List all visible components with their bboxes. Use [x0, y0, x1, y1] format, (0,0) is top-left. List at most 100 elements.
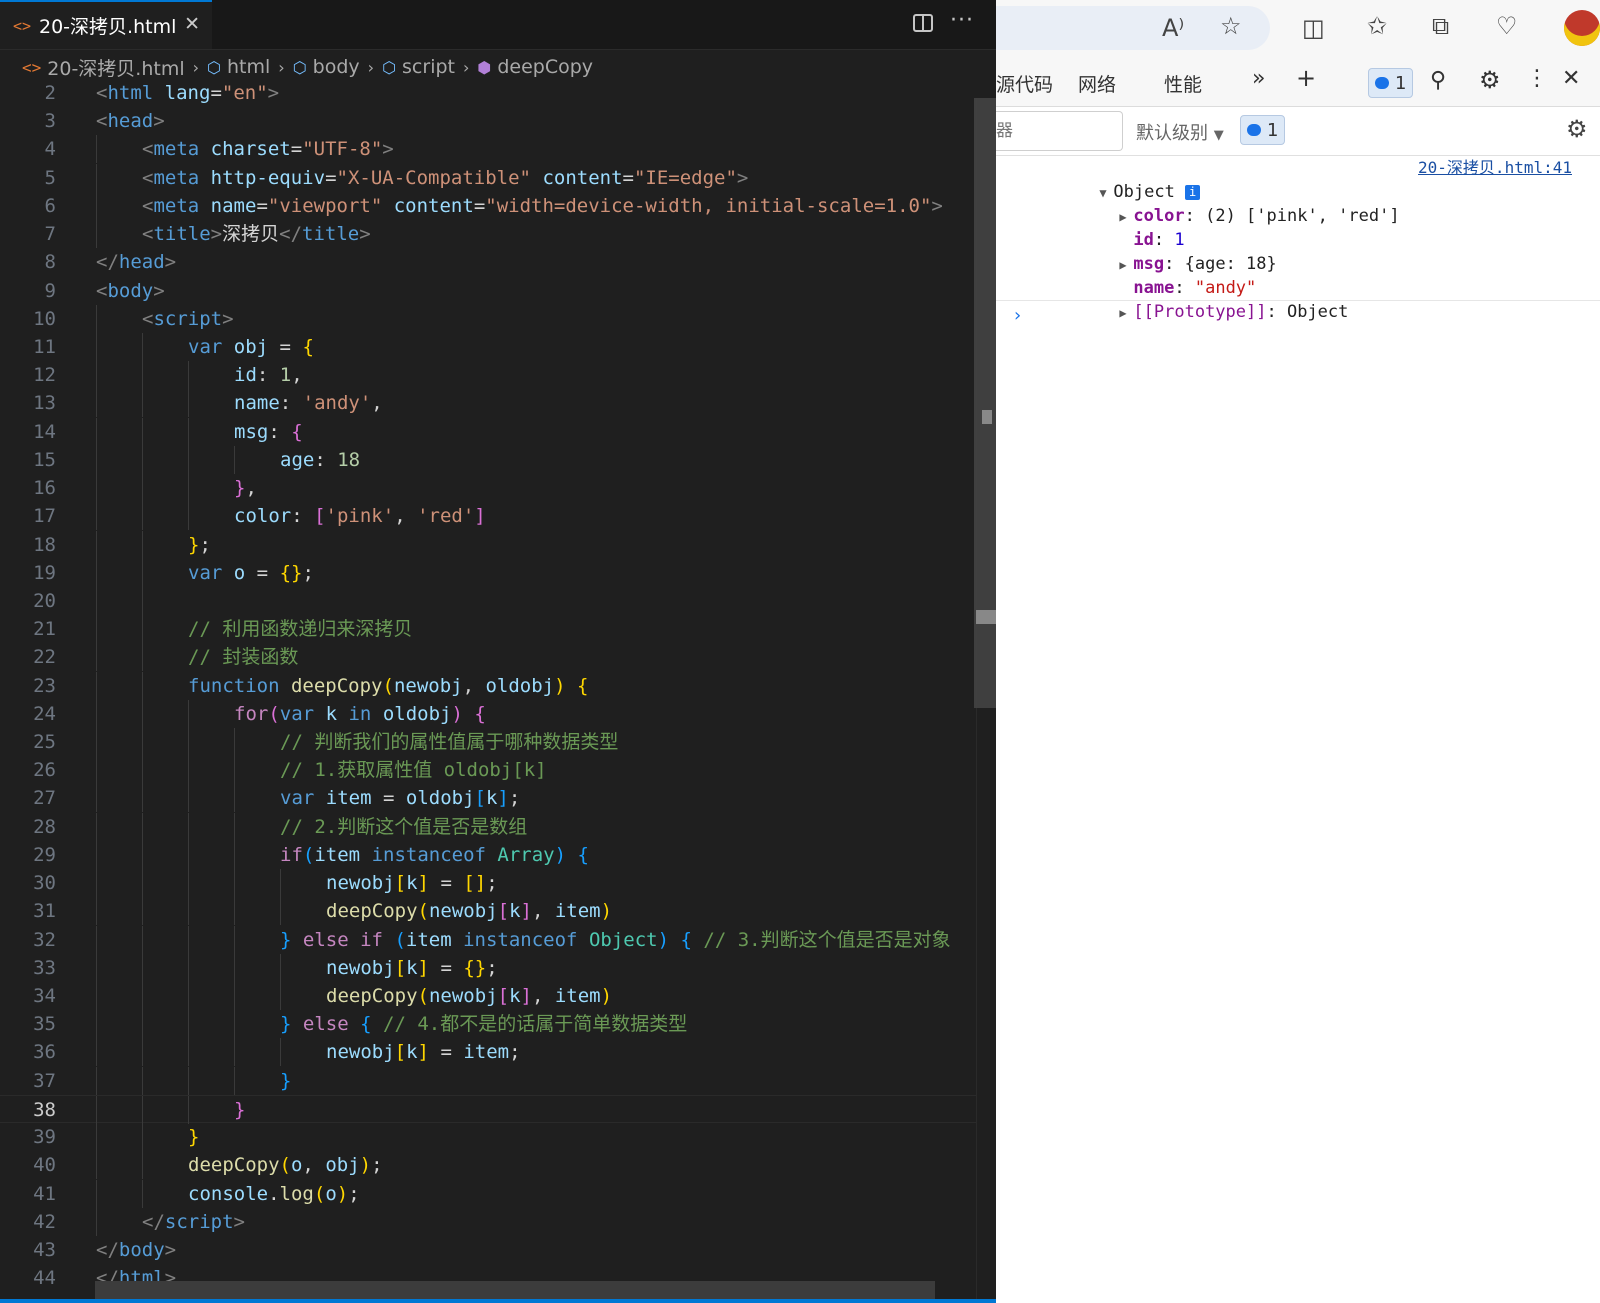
close-icon[interactable]: ✕ — [184, 13, 200, 35]
code-text: // 利用函数递归来深拷贝 — [188, 618, 413, 641]
gear-icon[interactable]: ⚙ — [1479, 66, 1501, 94]
code-line[interactable]: 15 age: 18 — [0, 445, 976, 474]
favorites-icon[interactable]: ✩ — [1367, 12, 1387, 40]
add-tab-icon[interactable]: + — [1296, 64, 1316, 92]
code-line[interactable]: 17 color: ['pink', 'red'] — [0, 502, 976, 531]
console-property-msg[interactable]: ▶ msg: {age: 18} — [996, 228, 1600, 274]
feedback-icon[interactable]: ⚲ — [1430, 68, 1446, 93]
code-text: } — [234, 1098, 246, 1121]
indent-guide — [280, 897, 281, 926]
code-line[interactable]: 38} — [0, 1094, 976, 1124]
code-line[interactable]: 16}, — [0, 474, 976, 503]
close-devtools-icon[interactable]: ✕ — [1562, 66, 1580, 91]
horizontal-scrollbar[interactable] — [95, 1281, 935, 1299]
indent-guide — [142, 389, 143, 418]
indent-guide — [142, 615, 143, 644]
code-line[interactable]: 21 // 利用函数递归来深拷贝 — [0, 615, 976, 644]
code-line[interactable]: 33 newobj[k] = {}; — [0, 953, 976, 982]
more-tabs-icon[interactable]: » — [1252, 66, 1265, 91]
collections-icon[interactable]: ⧉ — [1432, 12, 1449, 40]
console-object-header[interactable]: ▼ Object i 20-深拷贝.html:41 — [996, 156, 1600, 202]
log-levels-dropdown[interactable]: 默认级别 ▼ — [1136, 119, 1224, 145]
code-line[interactable]: 35} else { // 4.都不是的话属于简单数据类型 — [0, 1010, 976, 1039]
console-property-color[interactable]: ▶ color: (2) ['pink', 'red'] — [996, 180, 1600, 226]
console-property-prototype[interactable]: ▶ [[Prototype]]: Object — [996, 276, 1600, 322]
indent-guide — [96, 445, 97, 474]
health-icon[interactable]: ♡ — [1496, 12, 1518, 40]
filter-input[interactable]: 器 — [996, 111, 1123, 151]
code-line[interactable]: 34 deepCopy(newobj[k], item) — [0, 982, 976, 1010]
code-text: // 1.获取属性值 oldobj[k] — [280, 759, 547, 782]
indent-guide — [142, 671, 143, 700]
browser-pane: A⁾ ☆ ◫ ✩ ⧉ ♡ 源代码 网络 性能 » + 1 ⚲ ⚙ ⋮ ✕ 器 默… — [996, 0, 1600, 1303]
tab-network[interactable]: 网络 — [1078, 70, 1116, 97]
code-line[interactable]: 14 msg: { — [0, 417, 976, 446]
breadcrumb-deepcopy[interactable]: ⬢ deepCopy — [469, 56, 593, 78]
code-line[interactable]: 23 function deepCopy(newobj, oldobj) { — [0, 671, 976, 700]
code-line[interactable]: 40 deepCopy(o, obj); — [0, 1151, 976, 1180]
code-line[interactable]: 26 // 1.获取属性值 oldobj[k] — [0, 756, 976, 785]
more-icon[interactable]: ··· — [950, 8, 974, 33]
code-line[interactable]: 10 <script> — [0, 304, 976, 333]
html-file-icon: <> — [13, 16, 32, 35]
dots-icon[interactable]: ⋮ — [1526, 66, 1548, 91]
code-line[interactable]: 41 console.log(o); — [0, 1179, 976, 1208]
breadcrumb-body[interactable]: ⬡ body — [285, 56, 360, 78]
code-line[interactable]: 5 <meta http-equiv="X-UA-Compatible" cont… — [0, 163, 976, 192]
issues-button[interactable]: 1 — [1240, 115, 1286, 145]
editor-tab[interactable]: <> 20-深拷贝.html ✕ — [0, 0, 212, 49]
code-area[interactable]: 2 <html lang="en"> 3 <head> 4 <meta charset="… — [0, 79, 976, 1292]
tab-sources[interactable]: 源代码 — [996, 70, 1053, 97]
code-line[interactable]: 20 — [0, 586, 976, 615]
code-line[interactable]: 29 if(item instanceof Array) { — [0, 840, 976, 869]
code-line[interactable]: 2 <html lang="en"> — [0, 79, 976, 107]
issues-button[interactable]: 1 — [1368, 68, 1414, 98]
code-line[interactable]: 9 <body> — [0, 277, 976, 305]
tab-performance[interactable]: 性能 — [1164, 70, 1202, 97]
code-line[interactable]: 27 var item = oldobj[k]; — [0, 784, 976, 813]
split-editor-icon[interactable] — [913, 14, 933, 32]
code-line[interactable]: 12 id: 1, — [0, 361, 976, 390]
symbol-icon: ⬡ — [292, 57, 307, 77]
code-line[interactable]: 32} else if (item instanceof Object) { /… — [0, 925, 976, 954]
code-line[interactable]: 37} — [0, 1066, 976, 1095]
code-line[interactable]: 3 <head> — [0, 107, 976, 135]
code-line[interactable]: 11 var obj = { — [0, 332, 976, 361]
editor-tab-title: 20-深拷贝.html — [39, 16, 177, 38]
line-number: 44 — [33, 1267, 56, 1290]
console-prompt[interactable]: › — [996, 300, 1600, 329]
code-line[interactable]: 13 name: 'andy', — [0, 389, 976, 418]
breadcrumb-file[interactable]: <> 20-深拷贝.html — [0, 54, 185, 81]
indent-guide — [188, 1095, 189, 1124]
split-screen-icon[interactable]: ◫ — [1302, 14, 1325, 42]
line-number: 24 — [33, 702, 56, 725]
read-aloud-icon[interactable]: A⁾ — [1162, 14, 1184, 42]
breadcrumb-html[interactable]: ⬡ html — [199, 56, 270, 78]
source-link[interactable]: 20-深拷贝.html:41 — [1418, 156, 1572, 180]
breadcrumb-label: html — [227, 56, 271, 78]
code-line[interactable]: 7 <title>深拷贝</title> — [0, 220, 976, 249]
code-line[interactable]: 42 </script> — [0, 1207, 976, 1236]
favorite-star-icon[interactable]: ☆ — [1220, 12, 1242, 40]
gear-icon[interactable]: ⚙ — [1566, 115, 1588, 143]
code-line[interactable]: 36 newobj[k] = item; — [0, 1038, 976, 1067]
code-line[interactable]: 39} — [0, 1123, 976, 1152]
avatar[interactable] — [1564, 10, 1600, 46]
code-line[interactable]: 30 newobj[k] = []; — [0, 869, 976, 898]
code-line[interactable]: 25 // 判断我们的属性值属于哪种数据类型 — [0, 728, 976, 757]
line-number: 13 — [33, 392, 56, 415]
code-line[interactable]: 31 deepCopy(newobj[k], item) — [0, 897, 976, 926]
indent-guide — [234, 953, 235, 982]
address-bar[interactable]: A⁾ ☆ — [996, 6, 1270, 50]
indent-guide — [188, 699, 189, 728]
breadcrumb-script[interactable]: ⬡ script — [374, 56, 455, 78]
code-line[interactable]: 19 var o = {}; — [0, 558, 976, 587]
code-line[interactable]: 24 for(var k in oldobj) { — [0, 699, 976, 728]
code-line[interactable]: 43 </body> — [0, 1236, 976, 1264]
code-line[interactable]: 4 <meta charset="UTF-8"> — [0, 135, 976, 164]
code-line[interactable]: 18}; — [0, 530, 976, 559]
code-line[interactable]: 8 </head> — [0, 248, 976, 276]
code-line[interactable]: 6 <meta name="viewport" content="width=de… — [0, 191, 976, 220]
code-line[interactable]: 22 // 封装函数 — [0, 643, 976, 672]
code-line[interactable]: 28 // 2.判断这个值是否是数组 — [0, 812, 976, 841]
